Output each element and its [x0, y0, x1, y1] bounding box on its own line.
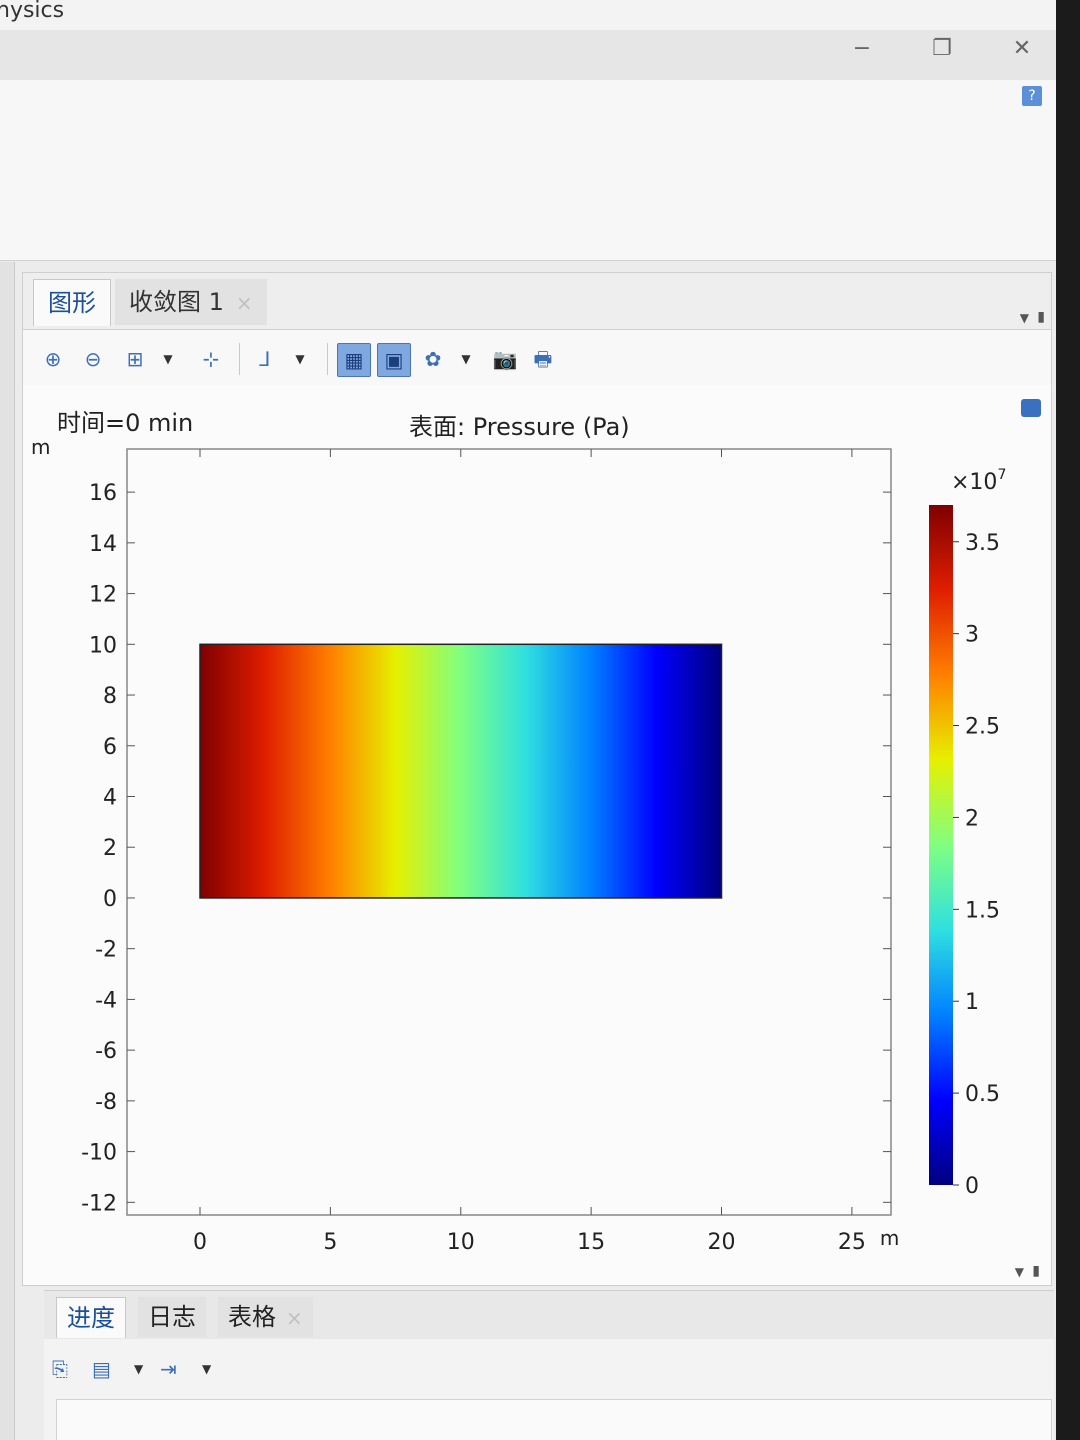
colorbar-tick-label: 3.5: [965, 531, 1000, 556]
y-tick-label: -4: [95, 988, 117, 1013]
zoom-dropdown-icon[interactable]: ▼: [161, 343, 175, 375]
y-tick-label: 14: [89, 532, 117, 557]
x-tick-label: 5: [323, 1230, 337, 1255]
y-tick-label: -6: [95, 1039, 117, 1064]
close-icon[interactable]: ✕: [1008, 36, 1036, 61]
y-tick-label: -8: [95, 1090, 117, 1115]
colorbar-exponent: 7: [997, 467, 1006, 483]
help-icon[interactable]: ?: [1022, 86, 1042, 106]
y-tick-label: -12: [81, 1191, 117, 1216]
colorbar-multiplier-base: ×10: [951, 470, 997, 495]
tab-table[interactable]: 表格 ×: [218, 1297, 313, 1337]
axis-dropdown-icon[interactable]: ▼: [293, 343, 307, 375]
app-title: hysics: [0, 0, 65, 23]
zoom-out-icon[interactable]: ⊖: [77, 343, 109, 375]
graphics-panel: 图形 收敛图 1 × ▼ ▮ ⊕ ⊖ ⊞ ▼ ⊹ ⅃ ▼ ▦ ▣ ✿ ▼ 📷 🖶: [22, 272, 1052, 1286]
x-tick-label: 20: [708, 1230, 736, 1255]
colorbar-ticks: 0 0.5 1 1.5 2 2.5 3 3.5: [953, 531, 1000, 1199]
tab-log[interactable]: 日志: [138, 1297, 206, 1337]
toolbar-separator: [239, 343, 240, 375]
settings-area: ?: [0, 80, 1056, 261]
progress-toolbar: ⎘ ▤ ▼ ⇥ ▼: [52, 1355, 452, 1387]
x-tick-label: 25: [838, 1230, 866, 1255]
zoom-extents-icon[interactable]: ⊹: [195, 343, 227, 375]
model-builder-edge: [0, 262, 15, 1440]
display-dropdown-icon[interactable]: ▼: [134, 1355, 143, 1383]
pressure-surface: [199, 643, 723, 899]
y-tick-label: 12: [89, 583, 117, 608]
plot-area[interactable]: 时间=0 min 表面: Pressure (Pa) m 0 5 10 15 20 25 …: [23, 385, 1051, 1285]
colorbar-tick-label: 2.5: [965, 715, 1000, 740]
x-axis-unit: m: [880, 1226, 899, 1250]
colorbar-tick-label: 0: [965, 1174, 979, 1199]
restore-icon[interactable]: ❐: [928, 36, 956, 61]
step-dropdown-icon[interactable]: ▼: [202, 1355, 211, 1383]
grid-toggle-icon[interactable]: ▦: [337, 343, 371, 377]
y-tick-label: 4: [103, 785, 117, 810]
tab-progress-label: 进度: [67, 1304, 115, 1332]
tab-convergence-plot[interactable]: 收敛图 1 ×: [115, 279, 267, 325]
minimize-icon[interactable]: −: [848, 36, 876, 61]
scene-dropdown-icon[interactable]: ▼: [459, 343, 473, 375]
bottom-pin-icon[interactable]: ▮: [1032, 1263, 1040, 1279]
progress-content: [56, 1399, 1052, 1440]
title-bar: hysics: [0, 0, 1056, 30]
scene-light-icon[interactable]: ✿: [417, 343, 449, 375]
tab-graphics[interactable]: 图形: [33, 279, 111, 326]
tab-close-icon[interactable]: ×: [236, 291, 253, 315]
step-icon[interactable]: ⇥: [160, 1355, 177, 1383]
graphics-tabbar: 图形 收敛图 1 × ▼ ▮: [23, 273, 1051, 330]
display-icon[interactable]: ▤: [92, 1355, 111, 1383]
x-tick-label: 0: [193, 1230, 207, 1255]
app-screen: hysics − ❐ ✕ ? 图形 收敛图 1 × ▼ ▮ ⊕ ⊖ ⊞ ▼ ⊹ ⅃: [0, 0, 1056, 1440]
zoom-in-icon[interactable]: ⊕: [37, 343, 69, 375]
window-controls: − ❐ ✕: [848, 36, 1036, 61]
tab-convergence-label: 收敛图 1: [129, 288, 224, 316]
y-tick-label: 2: [103, 836, 117, 861]
y-tick-label: 6: [103, 735, 117, 760]
colorbar: [929, 505, 953, 1185]
colorbar-tick-label: 1: [965, 990, 979, 1015]
tab-close-icon[interactable]: ×: [286, 1306, 303, 1330]
zoom-box-icon[interactable]: ⊞: [119, 343, 151, 375]
legend-toggle-icon[interactable]: ▣: [377, 343, 411, 377]
bottom-tabbar: 进度 日志 表格 ×: [44, 1291, 1054, 1339]
y-tick-label: -2: [95, 938, 117, 963]
panel-menu-icon[interactable]: ▼: [1020, 311, 1029, 325]
colorbar-multiplier: ×107: [951, 467, 1006, 495]
tab-log-label: 日志: [148, 1303, 196, 1331]
clear-progress-icon[interactable]: ⎘: [52, 1355, 68, 1383]
y-tick-label: 16: [89, 481, 117, 506]
plot-svg: 0 5 10 15 20 25 -12-10-8-6-4-20246810121416 m…: [81, 448, 1006, 1255]
y-tick-label: 8: [103, 684, 117, 709]
x-tick-label: 10: [447, 1230, 475, 1255]
bottom-panel: ▼ ▮ 进度 日志 表格 × ⎘ ▤ ▼ ⇥ ▼: [44, 1263, 1054, 1440]
x-tick-label: 15: [577, 1230, 605, 1255]
colorbar-tick-label: 0.5: [965, 1082, 1000, 1107]
tab-progress[interactable]: 进度: [56, 1297, 126, 1338]
camera-icon[interactable]: 📷: [489, 343, 521, 375]
y-tick-label: -10: [81, 1141, 117, 1166]
y-tick-label: 0: [103, 887, 117, 912]
pin-icon[interactable]: ▮: [1037, 309, 1045, 325]
bottom-panel-menu-icon[interactable]: ▼: [1015, 1265, 1024, 1279]
print-icon[interactable]: 🖶: [527, 343, 559, 375]
colorbar-tick-label: 2: [965, 806, 979, 831]
colorbar-tick-label: 1.5: [965, 898, 1000, 923]
tab-table-label: 表格: [228, 1303, 276, 1331]
axis-orientation-icon[interactable]: ⅃: [249, 343, 281, 375]
toolbar-separator: [327, 343, 328, 375]
colorbar-tick-label: 3: [965, 623, 979, 648]
graphics-toolbar: ⊕ ⊖ ⊞ ▼ ⊹ ⅃ ▼ ▦ ▣ ✿ ▼ 📷 🖶: [23, 333, 1051, 385]
tab-graphics-label: 图形: [48, 289, 96, 317]
y-tick-label: 10: [89, 633, 117, 658]
